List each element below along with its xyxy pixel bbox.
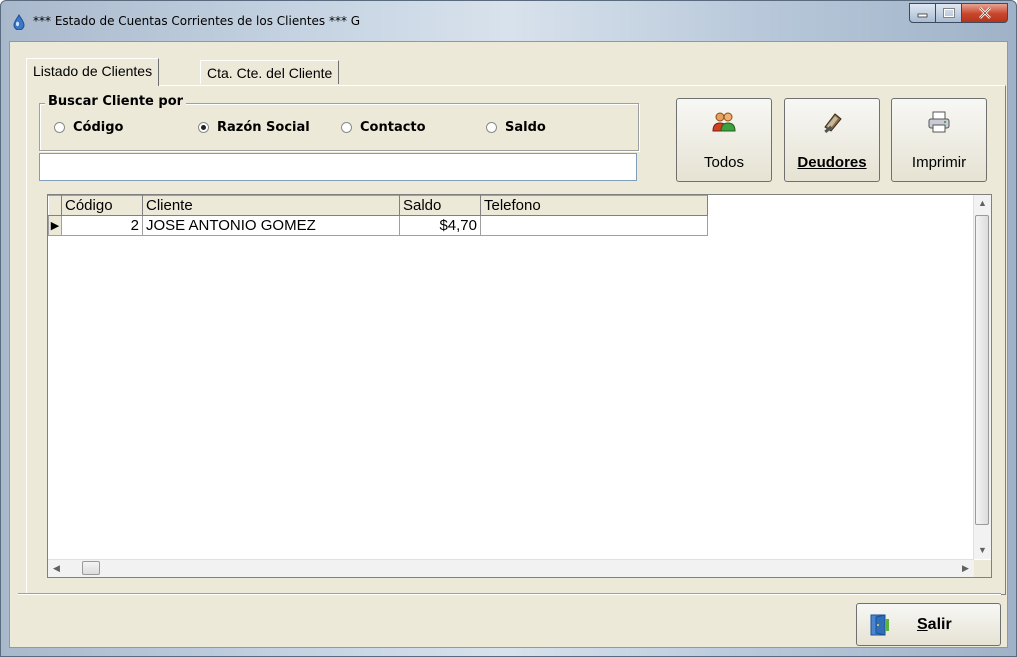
radio-label: Contacto (360, 120, 426, 135)
todos-label: Todos (703, 154, 745, 171)
scroll-down-arrow-icon[interactable]: ▼ (974, 542, 991, 559)
row-indicator-header (48, 195, 62, 216)
radio-indicator (341, 122, 352, 133)
client-area: Listado de Clientes Cta. Cte. del Client… (9, 41, 1008, 648)
title-bar[interactable]: *** Estado de Cuentas Corrientes de los … (1, 1, 1016, 41)
deudores-icon (824, 113, 842, 133)
cell-cliente[interactable]: JOSE ANTONIO GOMEZ (142, 215, 400, 236)
search-group-box (39, 103, 639, 151)
cell-telefono[interactable] (480, 215, 708, 236)
scroll-corner (974, 560, 991, 577)
clients-table: Código Cliente Saldo Telefono ▶ 2 JOSE A… (48, 195, 708, 236)
radio-label: Saldo (505, 120, 546, 135)
maximize-button[interactable] (936, 3, 962, 23)
clients-grid[interactable]: Código Cliente Saldo Telefono ▶ 2 JOSE A… (47, 194, 992, 578)
caption-buttons (909, 3, 1008, 23)
vertical-scroll-thumb[interactable] (975, 215, 989, 525)
radio-indicator (54, 122, 65, 133)
app-window: *** Estado de Cuentas Corrientes de los … (0, 0, 1017, 657)
radio-label: Razón Social (217, 120, 310, 135)
radio-indicator (486, 122, 497, 133)
scroll-right-arrow-icon[interactable]: ▶ (957, 560, 974, 577)
cell-saldo[interactable]: $4,70 (399, 215, 481, 236)
radio-codigo[interactable]: Código (54, 120, 123, 135)
tab-label: Listado de Clientes (33, 63, 153, 79)
deudores-label: Deudores (797, 154, 867, 171)
tab-label: Cta. Cte. del Cliente (207, 65, 333, 81)
radio-contacto[interactable]: Contacto (341, 120, 426, 135)
column-header-cliente[interactable]: Cliente (142, 195, 400, 216)
cell-codigo[interactable]: 2 (61, 215, 143, 236)
close-icon (978, 7, 991, 19)
current-row-indicator: ▶ (48, 215, 62, 236)
todos-button[interactable]: Todos (676, 98, 772, 182)
minimize-button[interactable] (909, 3, 936, 23)
scroll-up-arrow-icon[interactable]: ▲ (974, 195, 991, 212)
deudores-button[interactable]: Deudores (784, 98, 880, 182)
column-header-codigo[interactable]: Código (61, 195, 143, 216)
imprimir-button[interactable]: Imprimir (891, 98, 987, 182)
tab-cta-cte-cliente[interactable]: Cta. Cte. del Cliente (200, 60, 340, 84)
minimize-icon (917, 13, 927, 18)
search-input[interactable] (39, 153, 637, 181)
exit-door-icon (870, 613, 889, 636)
search-group-label: Buscar Cliente por (45, 94, 187, 109)
column-header-saldo[interactable]: Saldo (399, 195, 481, 216)
table-row[interactable]: ▶ 2 JOSE ANTONIO GOMEZ $4,70 (48, 215, 708, 236)
radio-label: Código (73, 120, 124, 135)
close-button[interactable] (962, 3, 1008, 23)
scroll-left-arrow-icon[interactable]: ◀ (48, 560, 65, 577)
window-title: *** Estado de Cuentas Corrientes de los … (33, 14, 361, 28)
horizontal-scroll-thumb[interactable] (82, 561, 100, 575)
horizontal-scrollbar[interactable]: ◀ ▶ (48, 559, 974, 577)
app-icon (13, 14, 25, 30)
imprimir-label: Imprimir (911, 154, 967, 171)
radio-indicator (198, 122, 209, 133)
salir-label: Salir (917, 615, 952, 633)
grid-header-row: Código Cliente Saldo Telefono (48, 195, 708, 216)
footer-divider (18, 593, 1001, 595)
users-icon (712, 112, 736, 132)
salir-button[interactable]: Salir (856, 603, 1001, 646)
column-header-telefono[interactable]: Telefono (480, 195, 708, 216)
radio-saldo[interactable]: Saldo (486, 120, 546, 135)
radio-razon-social[interactable]: Razón Social (198, 120, 310, 135)
tab-listado-clientes[interactable]: Listado de Clientes (26, 58, 160, 86)
printer-icon (928, 111, 950, 133)
vertical-scrollbar[interactable]: ▲ ▼ (973, 195, 991, 559)
maximize-icon (942, 8, 955, 18)
